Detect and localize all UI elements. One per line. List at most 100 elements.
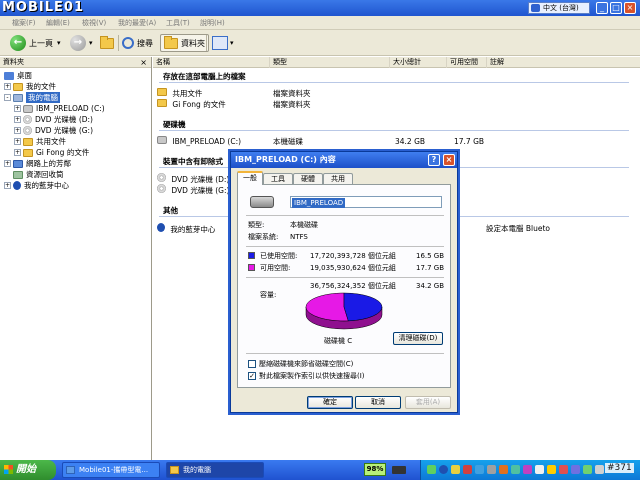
expand-icon[interactable]: + — [14, 105, 21, 112]
back-arrow-icon: ← — [10, 35, 26, 51]
windows-logo-icon — [4, 465, 13, 474]
wireless-tray-icon[interactable] — [475, 465, 484, 474]
list-item-dvd-d[interactable]: DVD 光碟機 (D:) — [157, 173, 229, 184]
menu-tools[interactable]: 工具(T) — [166, 18, 190, 28]
tree-item-dvd-g[interactable]: + DVD 光碟機 (G:) — [14, 125, 93, 136]
list-item-dvd-g[interactable]: DVD 光碟機 (G:) — [157, 184, 229, 195]
taskbar-item-mobile01[interactable]: Mobile01-攜帶型電... — [62, 462, 160, 478]
bluetooth-icon — [13, 181, 21, 190]
device-tray-icon[interactable] — [583, 465, 592, 474]
expand-icon[interactable]: + — [14, 138, 21, 145]
column-header: 名稱 類型 大小總計 可用空間 註解 — [153, 57, 640, 68]
bluetooth-tray-icon[interactable] — [439, 465, 448, 474]
expand-icon[interactable]: + — [4, 160, 11, 167]
tab-tools[interactable]: 工具 — [263, 173, 293, 184]
item-total-size: 34.2 GB — [395, 137, 426, 146]
menu-favorites[interactable]: 我的最愛(A) — [118, 18, 156, 28]
expand-icon[interactable]: + — [14, 149, 21, 156]
back-dropdown-icon[interactable]: ▾ — [57, 39, 61, 47]
tree-item-dvd-d[interactable]: + DVD 光碟機 (D:) — [14, 114, 93, 125]
menu-help[interactable]: 說明(H) — [200, 18, 225, 28]
network-tray-icon[interactable] — [427, 465, 436, 474]
apply-button[interactable]: 套用(A) — [405, 396, 451, 409]
menu-file[interactable]: 檔案(F) — [12, 18, 36, 28]
list-item-bluetooth-center[interactable]: 我的藍芽中心 — [157, 223, 215, 234]
volume-name-input[interactable]: IBM_PRELOAD — [290, 196, 442, 208]
close-pane-icon[interactable]: × — [140, 57, 147, 68]
cancel-button[interactable]: 取消 — [355, 396, 401, 409]
language-indicator[interactable]: 中文 (台灣) — [528, 2, 590, 14]
display-tray-icon[interactable] — [487, 465, 496, 474]
folder-icon — [13, 82, 23, 91]
tree-item-network[interactable]: + 網路上的芳鄰 — [4, 158, 71, 169]
expand-icon[interactable]: + — [14, 116, 21, 123]
search-button[interactable]: 搜尋 — [122, 34, 153, 52]
list-item-shared-documents[interactable]: 共用文件 — [157, 88, 202, 99]
column-name[interactable]: 名稱 — [153, 57, 269, 68]
start-button[interactable]: 開始 — [0, 460, 56, 480]
tree-item-my-documents[interactable]: + 我的文件 — [4, 81, 56, 92]
power-tray-icon[interactable] — [547, 465, 556, 474]
dialog-title-bar[interactable]: IBM_PRELOAD (C:) 內容 — [231, 152, 457, 168]
folders-button[interactable]: 資料夾 — [160, 34, 209, 52]
expand-icon[interactable]: + — [4, 182, 11, 189]
tree-item-desktop[interactable]: 桌面 — [4, 70, 32, 81]
dialog-title: IBM_PRELOAD (C:) 內容 — [235, 155, 336, 164]
tree-item-recycle-bin[interactable]: 資源回收筒 — [13, 169, 64, 180]
free-space-size: 17.7 GB — [416, 264, 445, 272]
column-comment[interactable]: 註解 — [486, 57, 640, 68]
tab-general[interactable]: 一般 — [237, 171, 263, 185]
tree-item-my-computer[interactable]: - 我的電腦 — [4, 92, 60, 103]
forward-button[interactable]: → ▾ — [70, 34, 93, 52]
list-item-gifong-documents[interactable]: Gi Fong 的文件 — [157, 99, 226, 110]
volume-tray-icon[interactable] — [535, 465, 544, 474]
media-tray-icon[interactable] — [523, 465, 532, 474]
group-divider — [159, 130, 629, 131]
tree-item-bluetooth[interactable]: + 我的藍芽中心 — [4, 180, 69, 191]
ok-button[interactable]: 確定 — [307, 396, 353, 409]
item-free-space: 17.7 GB — [454, 137, 485, 146]
security-tray-icon[interactable] — [451, 465, 460, 474]
expand-icon[interactable]: + — [14, 127, 21, 134]
tree-item-drive-c[interactable]: + IBM_PRELOAD (C:) — [14, 103, 105, 114]
dialog-close-button[interactable]: × — [443, 154, 455, 166]
misc-tray-icon[interactable] — [595, 465, 604, 474]
forward-dropdown-icon[interactable]: ▾ — [89, 39, 93, 47]
input-tray-icon[interactable] — [571, 465, 580, 474]
menu-view[interactable]: 檢視(V) — [82, 18, 106, 28]
antivirus-tray-icon[interactable] — [463, 465, 472, 474]
folder-icon — [23, 148, 33, 157]
maximize-button[interactable]: □ — [610, 2, 622, 14]
tree-item-label: 共用文件 — [36, 137, 66, 146]
battery-indicator[interactable]: 98% — [364, 463, 386, 476]
sync-tray-icon[interactable] — [511, 465, 520, 474]
capacity-label: 容量: — [260, 291, 277, 299]
tree-item-gifong-documents[interactable]: + Gi Fong 的文件 — [14, 147, 89, 158]
views-button[interactable]: ▾ — [212, 34, 234, 52]
taskbar-item-my-computer[interactable]: 我的電腦 — [166, 462, 264, 478]
list-item-drive-c[interactable]: IBM_PRELOAD (C:) — [157, 136, 241, 147]
collapse-icon[interactable]: - — [4, 94, 11, 101]
free-space-bytes: 19,035,930,624 個位元組 — [310, 264, 396, 272]
index-checkbox[interactable]: ✓ — [248, 372, 256, 380]
minimize-button[interactable]: _ — [596, 2, 608, 14]
views-dropdown-icon[interactable]: ▾ — [230, 39, 234, 47]
column-free-space[interactable]: 可用空間 — [446, 57, 486, 68]
alert-tray-icon[interactable] — [559, 465, 568, 474]
tree-item-label: 桌面 — [17, 71, 32, 80]
column-type[interactable]: 類型 — [269, 57, 389, 68]
disk-cleanup-button[interactable]: 清理磁碟(D) — [393, 332, 443, 345]
close-button[interactable]: × — [624, 2, 636, 14]
free-space-label: 可用空間: — [260, 264, 291, 272]
back-button[interactable]: ← 上一頁 ▾ — [10, 34, 61, 52]
menu-edit[interactable]: 編輯(E) — [46, 18, 70, 28]
compress-checkbox[interactable] — [248, 360, 256, 368]
help-button[interactable]: ? — [428, 154, 440, 166]
expand-icon[interactable]: + — [4, 83, 11, 90]
tab-hardware[interactable]: 硬體 — [293, 173, 323, 184]
up-folder-button[interactable] — [100, 34, 114, 52]
update-tray-icon[interactable] — [499, 465, 508, 474]
tab-sharing[interactable]: 共用 — [323, 173, 353, 184]
column-total-size[interactable]: 大小總計 — [389, 57, 446, 68]
tree-item-shared-documents[interactable]: + 共用文件 — [14, 136, 66, 147]
